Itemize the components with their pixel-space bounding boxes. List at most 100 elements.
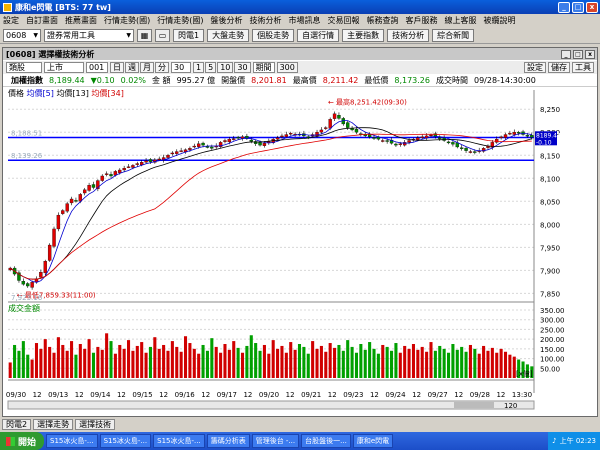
- taskbar-item[interactable]: S15冰火島-...: [153, 434, 205, 448]
- taskbar-item[interactable]: 管理後台 -...: [251, 434, 300, 448]
- toolbar-button[interactable]: 自選行情: [297, 28, 340, 42]
- menu-item[interactable]: 線上客服: [445, 15, 477, 26]
- candle: [144, 160, 148, 163]
- candle: [91, 184, 96, 188]
- volume-bar: [227, 349, 231, 378]
- menu-item[interactable]: 帳務查詢: [367, 15, 399, 26]
- chevron-down-icon: ▼: [33, 31, 38, 39]
- toolbar-button[interactable]: 閃電1: [173, 28, 205, 42]
- menu-item[interactable]: 技術分析: [250, 15, 282, 26]
- price-chart[interactable]: 7,8507,9007,9508,0008,0508,1008,1508,200…: [3, 48, 597, 416]
- x-tick-label: 09/27: [428, 391, 448, 399]
- volume-bar: [61, 344, 65, 378]
- candle: [516, 132, 521, 134]
- menu-item[interactable]: 市場訊息: [289, 15, 321, 26]
- volume-bar: [416, 349, 420, 378]
- volume-bar: [65, 350, 69, 378]
- x-tick-label: 12: [286, 391, 295, 399]
- candle: [346, 122, 350, 128]
- x-tick-label: 12: [454, 391, 463, 399]
- taskbar-item[interactable]: S15冰火島-...: [46, 434, 98, 448]
- volume-bar: [188, 343, 192, 378]
- menu-item[interactable]: 行情走勢(國): [104, 15, 150, 26]
- volume-bar: [153, 337, 157, 378]
- toolbar-button[interactable]: 技術分析: [387, 28, 430, 42]
- taskbar-item[interactable]: 台股盤後一...: [301, 434, 351, 448]
- taskbar-item[interactable]: 康和e閃電: [352, 434, 394, 448]
- tool-select-value: 證券常用工具: [47, 30, 95, 40]
- volume-bar: [210, 338, 214, 378]
- bottom-tab[interactable]: 選擇技術: [75, 419, 116, 430]
- taskbar-item[interactable]: 籌碼分析表: [206, 434, 250, 448]
- clock: 上午 02:23: [559, 437, 596, 445]
- menu-item[interactable]: 推薦畫面: [65, 15, 97, 26]
- menu-item[interactable]: 客戶服務: [406, 15, 438, 26]
- menu-item[interactable]: 設定: [3, 15, 19, 26]
- close-button[interactable]: x: [586, 1, 598, 13]
- candle: [56, 214, 61, 230]
- volume-bar: [214, 346, 218, 378]
- tool-select[interactable]: 證券常用工具 ▼: [44, 28, 134, 42]
- taskbar-item[interactable]: S15冰火島-...: [99, 434, 152, 448]
- legend-label: 價格: [8, 89, 24, 98]
- candle: [438, 137, 442, 139]
- x-tick-label: 09/21: [301, 391, 321, 399]
- maximize-button[interactable]: □: [572, 1, 584, 13]
- candle: [83, 189, 87, 194]
- volume-bar: [293, 349, 297, 378]
- candle: [280, 135, 284, 138]
- volume-bar: [245, 345, 249, 378]
- start-button[interactable]: 開始: [0, 432, 45, 450]
- volume-bar: [109, 341, 113, 378]
- volume-bar: [503, 351, 508, 378]
- volume-bar: [262, 344, 266, 378]
- moving-average-line: [9, 127, 532, 280]
- minimize-button[interactable]: _: [558, 1, 570, 13]
- volume-bar: [175, 346, 179, 378]
- candle: [385, 140, 389, 142]
- candle: [328, 119, 332, 129]
- volume-bar: [96, 346, 100, 378]
- x-tick-label: 12: [159, 391, 168, 399]
- bottom-tab[interactable]: 閃電2: [2, 419, 32, 430]
- menu-item[interactable]: 被纜說明: [484, 15, 516, 26]
- volume-bar: [368, 342, 372, 378]
- volume-bar: [56, 337, 60, 378]
- menu-item[interactable]: 盤後分析: [211, 15, 243, 26]
- volume-bar: [183, 336, 188, 378]
- x-tick-label: 12: [117, 391, 126, 399]
- chart-icon[interactable]: ▦: [137, 28, 152, 42]
- x-tick-label: 09/20: [259, 391, 279, 399]
- volume-icon[interactable]: ♪: [552, 437, 556, 445]
- x-tick-label: 12: [496, 391, 505, 399]
- menu-item[interactable]: 行情走勢(國): [157, 15, 203, 26]
- chart-window: [0608] 選擇權技術分析 _ □ x 類股 上市 001 日週月分 30 1…: [2, 47, 598, 417]
- volume-bar: [100, 349, 104, 378]
- candle: [201, 142, 205, 146]
- volume-bar: [486, 350, 490, 378]
- toolbar-button[interactable]: 綜合新聞: [432, 28, 475, 42]
- toolbar-button[interactable]: 個股走勢: [252, 28, 295, 42]
- volume-bar: [455, 349, 459, 378]
- candle: [372, 137, 376, 139]
- volume-bar: [78, 344, 82, 378]
- candle: [258, 142, 262, 146]
- candle: [289, 133, 293, 135]
- volume-tick-label: 50.00: [540, 365, 560, 373]
- volume-bar: [276, 348, 280, 378]
- candle: [26, 283, 30, 287]
- toolbar-button[interactable]: 大盤走勢: [207, 28, 250, 42]
- candle: [262, 143, 267, 146]
- window-icon[interactable]: ▭: [155, 28, 170, 42]
- stock-code-input[interactable]: 0608 ▼: [3, 28, 41, 42]
- volume-bar: [232, 341, 236, 378]
- menu-item[interactable]: 自訂畫面: [26, 15, 58, 26]
- candle: [192, 145, 196, 148]
- candle: [126, 166, 131, 168]
- bottom-tab[interactable]: 選擇走勢: [33, 419, 74, 430]
- window-title: 康和e閃電 [BTS: 77 tw]: [15, 2, 111, 12]
- volume-bar: [328, 343, 332, 378]
- volume-bar: [131, 350, 135, 378]
- menu-item[interactable]: 交易回報: [328, 15, 360, 26]
- toolbar-button[interactable]: 主要指數: [342, 28, 385, 42]
